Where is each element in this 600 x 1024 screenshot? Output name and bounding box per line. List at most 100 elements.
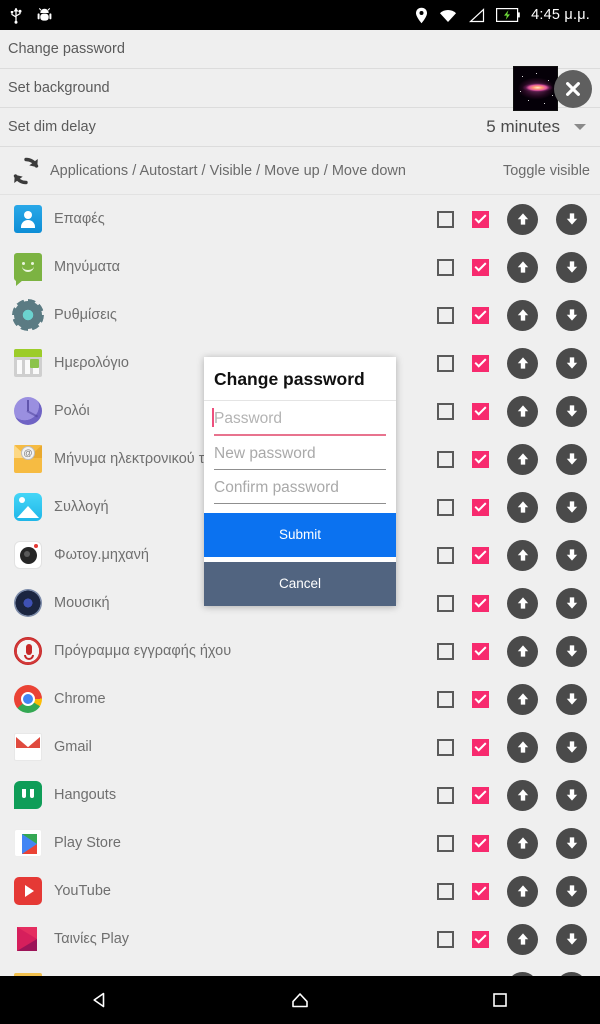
autostart-checkbox[interactable] <box>437 786 454 804</box>
setting-row-change-password[interactable]: Change password <box>0 30 600 69</box>
gallery-icon <box>14 493 42 521</box>
app-row[interactable]: Ταινίες Play <box>0 915 600 963</box>
autostart-checkbox[interactable] <box>437 882 454 900</box>
app-name: Ημερολόγιο <box>54 355 129 371</box>
autostart-checkbox[interactable] <box>437 738 454 756</box>
move-down-button[interactable] <box>556 875 587 907</box>
app-name: Μουσική <box>54 595 110 611</box>
submit-button[interactable]: Submit <box>204 513 396 557</box>
autostart-checkbox[interactable] <box>437 402 454 420</box>
move-up-button[interactable] <box>507 299 538 331</box>
toggle-visible-button[interactable]: Toggle visible <box>503 163 590 179</box>
move-up-button[interactable] <box>507 731 538 763</box>
move-down-button[interactable] <box>556 635 587 667</box>
app-row-partial[interactable] <box>0 963 600 976</box>
visible-checkbox[interactable] <box>472 930 489 948</box>
app-row[interactable]: Επαφές <box>0 195 600 243</box>
autostart-checkbox[interactable] <box>437 594 454 612</box>
autostart-checkbox[interactable] <box>437 450 454 468</box>
visible-checkbox[interactable] <box>472 738 489 756</box>
autostart-checkbox[interactable] <box>437 930 454 948</box>
autostart-checkbox[interactable] <box>437 354 454 372</box>
galaxy-wallpaper-thumbnail[interactable] <box>513 66 558 111</box>
visible-checkbox[interactable] <box>472 450 489 468</box>
confirm-password-field[interactable]: Confirm password <box>214 470 386 504</box>
app-row[interactable]: Ρυθμίσεις <box>0 291 600 339</box>
autostart-checkbox[interactable] <box>437 306 454 324</box>
app-row[interactable]: Hangouts <box>0 771 600 819</box>
app-row[interactable]: YouTube <box>0 867 600 915</box>
move-up-button[interactable] <box>507 251 538 283</box>
visible-checkbox[interactable] <box>472 306 489 324</box>
move-up-button[interactable] <box>507 395 538 427</box>
visible-checkbox[interactable] <box>472 690 489 708</box>
autostart-checkbox[interactable] <box>437 690 454 708</box>
recents-button[interactable] <box>440 976 560 1024</box>
visible-checkbox[interactable] <box>472 834 489 852</box>
visible-checkbox[interactable] <box>472 258 489 276</box>
move-down-button[interactable] <box>556 443 587 475</box>
move-up-button[interactable] <box>507 635 538 667</box>
move-up-button[interactable] <box>507 683 538 715</box>
app-row[interactable]: Πρόγραμμα εγγραφής ήχου <box>0 627 600 675</box>
clear-background-button[interactable] <box>554 70 592 108</box>
move-up-button[interactable] <box>507 779 538 811</box>
visible-checkbox[interactable] <box>472 210 489 228</box>
visible-checkbox[interactable] <box>472 642 489 660</box>
refresh-icon[interactable] <box>10 155 42 187</box>
move-up-button[interactable] <box>507 203 538 235</box>
move-up-button[interactable] <box>507 347 538 379</box>
autostart-checkbox[interactable] <box>437 210 454 228</box>
move-down-button[interactable] <box>556 683 587 715</box>
visible-checkbox[interactable] <box>472 354 489 372</box>
move-up-button[interactable] <box>507 443 538 475</box>
setting-row-set-dim-delay[interactable]: Set dim delay 5 minutes <box>0 108 600 147</box>
move-down-button[interactable] <box>556 347 587 379</box>
app-row-controls <box>437 683 600 715</box>
move-down-button[interactable] <box>556 731 587 763</box>
visible-checkbox[interactable] <box>472 498 489 516</box>
move-up-button[interactable] <box>507 875 538 907</box>
move-down-button[interactable] <box>556 491 587 523</box>
app-row[interactable]: Chrome <box>0 675 600 723</box>
move-down-button[interactable] <box>556 395 587 427</box>
setting-row-set-background[interactable]: Set background <box>0 69 600 108</box>
move-down-button[interactable] <box>556 299 587 331</box>
app-row[interactable]: Gmail <box>0 723 600 771</box>
autostart-checkbox[interactable] <box>437 258 454 276</box>
arrow-up-icon <box>517 597 528 609</box>
move-up-button[interactable] <box>507 827 538 859</box>
autostart-checkbox[interactable] <box>437 834 454 852</box>
move-up-button[interactable] <box>507 587 538 619</box>
back-button[interactable] <box>40 976 160 1024</box>
move-up-button[interactable] <box>507 923 538 955</box>
home-button[interactable] <box>240 976 360 1024</box>
autostart-checkbox[interactable] <box>437 642 454 660</box>
visible-checkbox[interactable] <box>472 546 489 564</box>
app-row[interactable]: Play Store <box>0 819 600 867</box>
visible-checkbox[interactable] <box>472 786 489 804</box>
visible-checkbox[interactable] <box>472 882 489 900</box>
move-down-button[interactable] <box>556 251 587 283</box>
new-password-field[interactable]: New password <box>214 436 386 470</box>
move-down-button[interactable] <box>556 203 587 235</box>
move-down-button[interactable] <box>556 923 587 955</box>
move-down-button[interactable] <box>556 539 587 571</box>
cancel-button[interactable]: Cancel <box>204 562 396 606</box>
home-icon <box>292 993 308 1008</box>
visible-checkbox[interactable] <box>472 402 489 420</box>
password-field[interactable]: Password <box>212 401 386 436</box>
arrow-down-icon <box>566 789 577 801</box>
autostart-checkbox[interactable] <box>437 498 454 516</box>
autostart-checkbox[interactable] <box>437 546 454 564</box>
move-down-button[interactable] <box>556 827 587 859</box>
visible-checkbox[interactable] <box>472 594 489 612</box>
app-row[interactable]: Μηνύματα <box>0 243 600 291</box>
move-up-button[interactable] <box>507 491 538 523</box>
move-down-button[interactable] <box>556 779 587 811</box>
dim-delay-spinner[interactable]: 5 minutes <box>486 117 592 137</box>
usb-icon <box>10 7 22 24</box>
move-down-button[interactable] <box>556 587 587 619</box>
camera-icon <box>14 541 42 569</box>
move-up-button[interactable] <box>507 539 538 571</box>
